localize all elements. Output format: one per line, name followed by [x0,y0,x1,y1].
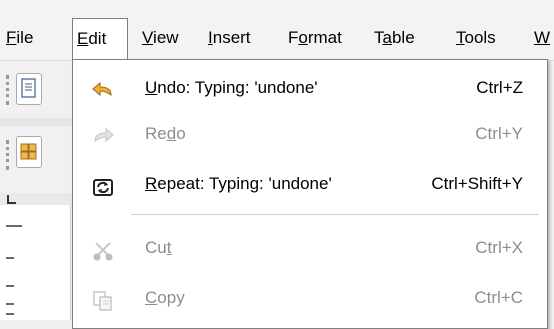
redo-label: Redo [145,124,186,143]
cut-label: Cut [145,238,172,257]
styles-icon [20,143,37,160]
copy-icon [91,287,115,311]
menu-table[interactable]: Table [370,18,419,60]
tab-stop-icon[interactable] [6,193,26,205]
undo-shortcut: Ctrl+Z [476,78,523,97]
repeat-menu-item[interactable]: Repeat: Typing: 'undone' Ctrl+Shift+Y [73,164,547,204]
cut-shortcut: Ctrl+X [475,238,523,257]
redo-menu-item[interactable]: Redo Ctrl+Y [73,114,547,154]
repeat-icon [91,173,115,196]
document-icon [21,78,36,98]
menu-separator [131,214,539,215]
formatting-toolbar [0,128,72,190]
vertical-ruler [0,205,71,320]
ruler-tick [6,225,22,227]
edit-menu-dropdown: Undo: Typing: 'undone' Ctrl+Z Redo Ctrl+… [72,59,548,329]
menu-window[interactable]: W [530,18,554,60]
repeat-label: Repeat: Typing: 'undone' [145,174,332,193]
copy-menu-item[interactable]: Copy Ctrl+C [73,278,547,318]
cut-icon [91,237,115,261]
undo-menu-item[interactable]: Undo: Typing: 'undone' Ctrl+Z [73,68,547,108]
styles-button[interactable] [16,136,42,168]
toolbar-grip[interactable] [6,75,12,105]
undo-label: Undo: Typing: 'undone' [145,78,318,97]
menu-bar: File Edit View Insert Format Table Tools… [0,0,554,60]
ruler-tick [6,303,14,305]
ruler-tick [6,257,14,259]
menu-tools[interactable]: Tools [452,18,500,60]
standard-toolbar [0,61,72,117]
redo-icon [91,123,115,145]
menu-format[interactable]: Format [284,18,346,60]
menu-file[interactable]: File [2,18,37,60]
ruler-corner [0,193,72,205]
copy-shortcut: Ctrl+C [474,288,523,307]
new-document-button[interactable] [16,73,42,105]
menu-view[interactable]: View [138,18,183,60]
toolbar-separator [0,118,72,126]
repeat-shortcut: Ctrl+Shift+Y [431,174,523,193]
undo-icon [91,77,115,99]
cut-menu-item[interactable]: Cut Ctrl+X [73,228,547,268]
menu-edit[interactable]: Edit [72,18,128,60]
copy-label: Copy [145,288,185,307]
ruler-tick [6,313,14,315]
ruler-tick [6,285,14,287]
redo-shortcut: Ctrl+Y [475,124,523,143]
toolbar-grip[interactable] [6,140,12,170]
menu-insert[interactable]: Insert [204,18,255,60]
